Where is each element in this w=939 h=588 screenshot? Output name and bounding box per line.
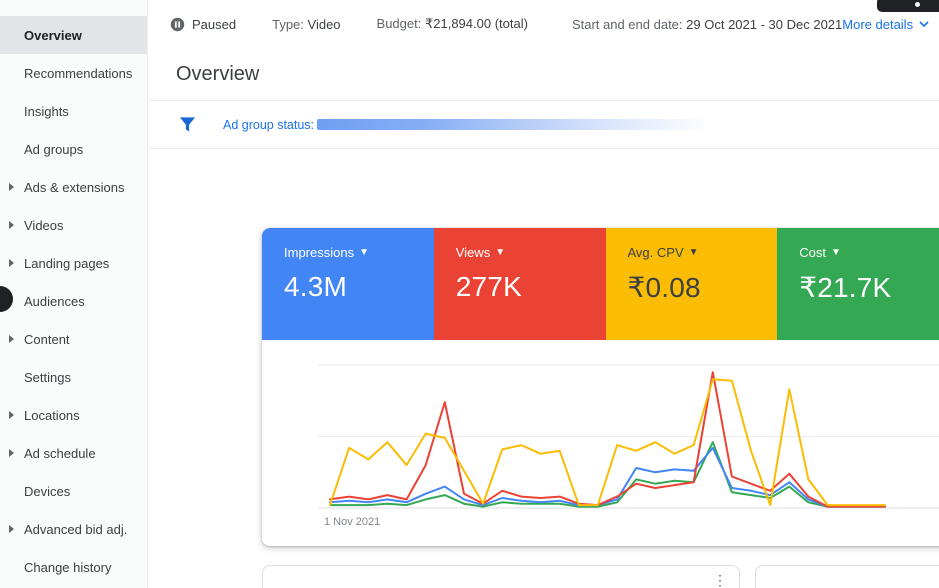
sidebar-item-label: Settings xyxy=(24,370,71,385)
sidebar-item-recommendations[interactable]: Recommendations xyxy=(0,54,147,92)
metric-card-cost: Cost ▼ ₹21.7K xyxy=(777,228,939,340)
sidebar-item-landing-pages[interactable]: Landing pages xyxy=(0,244,147,282)
campaign-status-chip[interactable]: Paused xyxy=(170,17,236,32)
metric-value: ₹0.08 xyxy=(628,271,778,304)
metric-label: Impressions xyxy=(284,245,354,260)
dropdown-caret-icon: ▼ xyxy=(689,247,699,258)
sidebar-item-label: Locations xyxy=(24,408,80,423)
expand-arrow-icon[interactable] xyxy=(9,335,14,343)
metric-value: ₹21.7K xyxy=(799,271,939,304)
campaign-status-label: Paused xyxy=(192,17,236,32)
sidebar-item-content[interactable]: Content xyxy=(0,320,147,358)
metric-label: Avg. CPV xyxy=(628,245,684,260)
metric-selector-cost[interactable]: Cost ▼ xyxy=(799,245,939,260)
filter-label: Ad group status: xyxy=(223,118,314,132)
campaign-dates-field: Start and end date: 29 Oct 2021 - 30 Dec… xyxy=(572,17,842,32)
metric-selector-avg-cpv[interactable]: Avg. CPV ▼ xyxy=(628,245,778,260)
sidebar-item-label: Change history xyxy=(24,560,111,575)
chart-line-views xyxy=(330,372,885,506)
sidebar-item-insights[interactable]: Insights xyxy=(0,92,147,130)
expand-arrow-icon[interactable] xyxy=(9,183,14,191)
campaign-type-label: Type: xyxy=(272,17,304,32)
chevron-down-icon xyxy=(919,21,929,27)
sidebar-nav: Overview Recommendations Insights Ad gro… xyxy=(0,0,148,588)
expand-arrow-icon[interactable] xyxy=(9,411,14,419)
sidebar-item-label: Ad schedule xyxy=(24,446,96,461)
sidebar-item-videos[interactable]: Videos xyxy=(0,206,147,244)
metric-selector-impressions[interactable]: Impressions ▼ xyxy=(284,245,434,260)
campaign-budget-field: Budget: ₹21,894.00 (total) xyxy=(377,16,528,32)
metric-selector-views[interactable]: Views ▼ xyxy=(456,245,606,260)
dropdown-caret-icon: ▼ xyxy=(831,247,841,258)
notification-toast-partial xyxy=(877,0,939,12)
sidebar-item-settings[interactable]: Settings xyxy=(0,358,147,396)
sidebar-item-advanced-bid-adj[interactable]: Advanced bid adj. xyxy=(0,510,147,548)
dropdown-caret-icon: ▼ xyxy=(495,247,505,258)
sidebar-item-audiences[interactable]: Audiences xyxy=(0,282,147,320)
sidebar-item-label: Ad groups xyxy=(24,142,83,157)
metric-card-impressions: Impressions ▼ 4.3M xyxy=(262,228,434,340)
metric-card-avg-cpv: Avg. CPV ▼ ₹0.08 xyxy=(606,228,778,340)
sidebar-item-locations[interactable]: Locations xyxy=(0,396,147,434)
campaign-dates-value: 29 Oct 2021 - 30 Dec 2021 xyxy=(686,17,842,32)
sidebar-item-devices[interactable]: Devices xyxy=(0,472,147,510)
expand-arrow-icon[interactable] xyxy=(9,259,14,267)
sidebar-item-label: Overview xyxy=(24,28,82,43)
filter-bar: Ad group status: xyxy=(149,101,939,149)
sidebar-item-ad-schedule[interactable]: Ad schedule xyxy=(0,434,147,472)
sidebar-item-label: Insights xyxy=(24,104,69,119)
bottom-card-right xyxy=(755,565,939,588)
dropdown-caret-icon: ▼ xyxy=(359,247,369,258)
expand-arrow-icon[interactable] xyxy=(9,449,14,457)
page-header: Overview xyxy=(149,48,939,101)
sidebar-item-ads-extensions[interactable]: Ads & extensions xyxy=(0,168,147,206)
metric-row: Impressions ▼ 4.3M Views ▼ 277K Avg. CPV… xyxy=(262,228,939,340)
more-details-button[interactable]: More details xyxy=(842,17,929,32)
metric-value: 4.3M xyxy=(284,271,434,303)
expand-arrow-icon[interactable] xyxy=(9,221,14,229)
page-title: Overview xyxy=(176,63,259,86)
campaign-budget-label: Budget: xyxy=(377,16,422,31)
campaign-type-field: Type: Video xyxy=(272,17,340,32)
sidebar-item-label: Ads & extensions xyxy=(24,180,124,195)
metric-label: Cost xyxy=(799,245,826,260)
metric-value: 277K xyxy=(456,271,606,303)
paused-icon xyxy=(170,17,185,32)
campaign-budget-value: ₹21,894.00 (total) xyxy=(425,16,528,31)
filter-value-redacted xyxy=(317,119,705,130)
toast-dot-icon xyxy=(915,2,920,7)
campaign-type-value: Video xyxy=(308,17,341,32)
metric-label: Views xyxy=(456,245,490,260)
sidebar-item-label: Devices xyxy=(24,484,70,499)
sidebar-item-label: Landing pages xyxy=(24,256,109,271)
sidebar-item-overview[interactable]: Overview xyxy=(0,16,147,54)
campaign-dates-label: Start and end date: xyxy=(572,17,683,32)
expand-arrow-icon[interactable] xyxy=(9,525,14,533)
ad-group-status-filter-chip[interactable]: Ad group status: xyxy=(223,118,705,132)
sidebar-item-ad-groups[interactable]: Ad groups xyxy=(0,130,147,168)
sidebar-item-change-history[interactable]: Change history xyxy=(0,548,147,586)
performance-line-chart: 1 Nov 2021 xyxy=(262,340,939,546)
filter-funnel-icon[interactable] xyxy=(179,116,196,133)
metric-card-views: Views ▼ 277K xyxy=(434,228,606,340)
sidebar-item-label: Advanced bid adj. xyxy=(24,522,127,537)
more-options-icon[interactable]: ⋮ xyxy=(713,573,727,587)
sidebar-item-label: Audiences xyxy=(24,294,85,309)
sidebar-item-label: Videos xyxy=(24,218,64,233)
performance-scorecard: Impressions ▼ 4.3M Views ▼ 277K Avg. CPV… xyxy=(262,228,939,546)
bottom-card-left: ⋮ xyxy=(262,565,740,588)
google-ads-overview-screen: Overview Recommendations Insights Ad gro… xyxy=(0,0,939,588)
sidebar-item-label: Recommendations xyxy=(24,66,132,81)
campaign-status-bar: Paused Type: Video Budget: ₹21,894.00 (t… xyxy=(149,0,939,49)
more-details-label: More details xyxy=(842,17,913,32)
sidebar-item-label: Content xyxy=(24,332,70,347)
x-axis-start-label: 1 Nov 2021 xyxy=(324,516,380,528)
